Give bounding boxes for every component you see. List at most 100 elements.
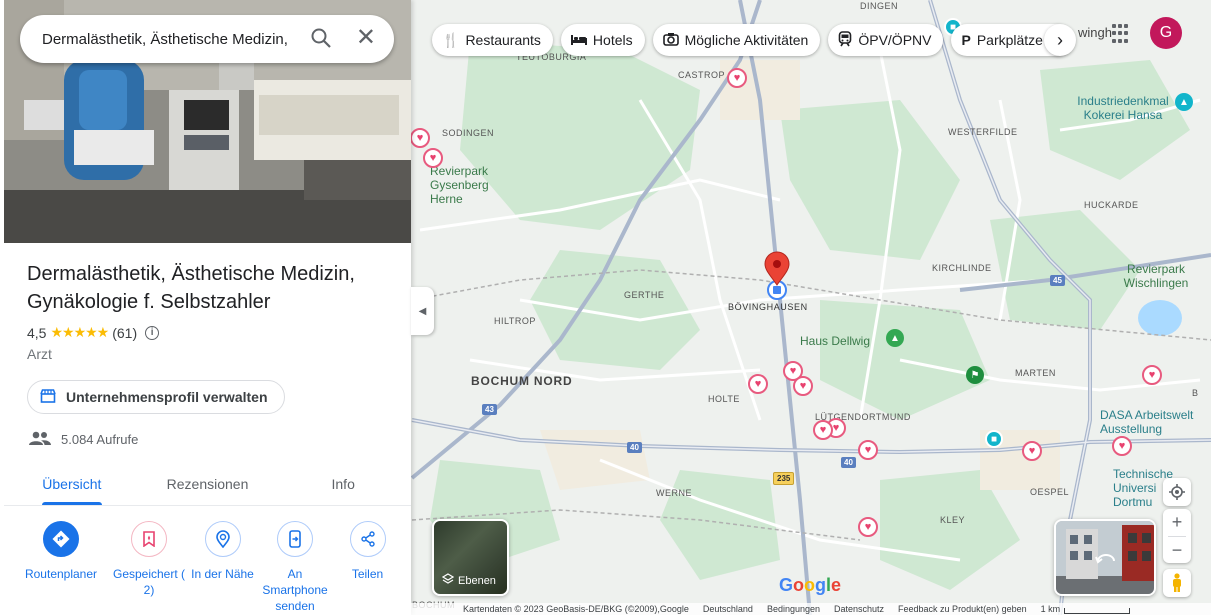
nearby-button[interactable]: In der Nähe (186, 521, 259, 614)
info-icon[interactable]: i (145, 325, 160, 340)
flag-icon[interactable]: ⚑ (966, 366, 984, 384)
transit-stop-icon[interactable]: ■ (985, 430, 1003, 448)
share-button[interactable]: Teilen (331, 521, 404, 614)
bed-icon (570, 32, 587, 48)
label-werne: WERNE (656, 488, 692, 498)
train-icon (838, 30, 852, 50)
map-footer: Kartendaten © 2023 GeoBasis-DE/BKG (©200… (411, 603, 1211, 615)
collapse-panel-button[interactable]: ◀ (411, 287, 434, 335)
google-logo: Google (779, 575, 842, 595)
category-chips: 🍴 Restaurants Hotels Mögliche Aktivitäten… (432, 24, 1073, 56)
saved-button[interactable]: Gespeichert ( 2) (112, 521, 186, 614)
label-castrop: CASTROP (678, 70, 726, 80)
place-category[interactable]: Arzt (27, 346, 52, 362)
manage-profile-button[interactable]: Unternehmensprofil verwalten (27, 380, 285, 414)
label-dingen: DINGEN (860, 1, 899, 11)
apps-grid-icon[interactable] (1112, 24, 1132, 44)
lake (1138, 300, 1182, 336)
shield-b235: 235 (773, 472, 795, 485)
label-holte: HOLTE (708, 394, 740, 404)
street-view-thumbnail[interactable] (1054, 519, 1156, 596)
views-count: 5.084 Aufrufe (29, 431, 138, 448)
label-gerthe: GERTHE (624, 290, 665, 300)
chip-restaurants[interactable]: 🍴 Restaurants (432, 24, 553, 56)
chips-next-button[interactable]: › (1044, 24, 1076, 56)
shield-a45: 45 (1050, 275, 1065, 286)
heart-poi-icon[interactable]: ♥ (793, 376, 813, 396)
street-view-image (1056, 521, 1154, 594)
layers-button[interactable]: Ebenen (432, 519, 509, 596)
heart-poi-icon[interactable]: ♥ (727, 68, 747, 88)
label-haus-dellwig[interactable]: Haus Dellwig (800, 334, 870, 348)
label-boevinghausen: BÖVINGHAUSEN (728, 302, 808, 312)
heart-poi-icon[interactable]: ♥ (813, 420, 833, 440)
attraction-icon[interactable]: ▲ (886, 329, 904, 347)
label-westerfilde: WESTERFILDE (948, 127, 1018, 137)
chip-transit[interactable]: ÖPV/ÖPNV (828, 24, 944, 56)
nearby-icon (204, 521, 241, 557)
museum-icon[interactable]: ▲ (1175, 93, 1193, 111)
heart-poi-icon[interactable]: ♥ (748, 374, 768, 394)
terms-link[interactable]: Bedingungen (767, 604, 820, 614)
feedback-link[interactable]: Feedback zu Produkt(en) geben (898, 604, 1027, 614)
heart-poi-icon[interactable]: ♥ (1142, 365, 1162, 385)
zoom-controls: + − (1163, 509, 1191, 563)
label-revierpark-wischlingen[interactable]: Revierpark Wischlingen (1106, 262, 1206, 290)
shield-a40: 40 (627, 442, 642, 453)
search-box[interactable]: ✕ (20, 15, 394, 63)
label-kirchlinde: KIRCHLINDE (932, 263, 992, 273)
zoom-in-button[interactable]: + (1172, 509, 1183, 536)
tab-info[interactable]: Info (275, 462, 411, 505)
label-bochum-nord: BOCHUM NORD (471, 374, 573, 388)
country-link[interactable]: Deutschland (703, 604, 753, 614)
pegman-icon (1173, 573, 1181, 592)
label-sodingen: SODINGEN (442, 128, 495, 138)
heart-poi-icon[interactable]: ♥ (423, 148, 443, 168)
label-twinghe: wingh (1078, 25, 1112, 40)
camera-icon (662, 32, 679, 49)
heart-poi-icon[interactable]: ♥ (858, 517, 878, 537)
copyright-text: Kartendaten © 2023 GeoBasis-DE/BKG (©200… (463, 604, 689, 614)
bookmark-icon (131, 521, 167, 557)
label-oespel: OESPEL (1030, 487, 1070, 497)
place-title: Dermalästhetik, Ästhetische Medizin, Gyn… (27, 263, 355, 313)
chip-activities[interactable]: Mögliche Aktivitäten (652, 24, 821, 56)
account-avatar[interactable]: G (1150, 17, 1182, 49)
label-hiltrop: HILTROP (494, 316, 536, 326)
label-huckarde: HUCKARDE (1084, 200, 1139, 210)
directions-icon (43, 521, 79, 557)
scale-bar[interactable]: 1 km (1041, 604, 1131, 614)
parking-icon: P (961, 32, 971, 48)
pegman-button[interactable] (1163, 569, 1191, 597)
close-icon[interactable]: ✕ (356, 26, 376, 50)
label-industriedenkmal[interactable]: Industriedenkmal Kokerei Hansa (1064, 94, 1182, 122)
heart-poi-icon[interactable]: ♥ (410, 128, 430, 148)
place-tabs: Übersicht Rezensionen Info (4, 462, 411, 506)
label-dasa[interactable]: DASA Arbeitswelt Ausstellung (1100, 408, 1211, 436)
rating-stars: ★★★★★ (50, 324, 109, 340)
my-location-button[interactable] (1163, 478, 1191, 506)
review-count[interactable]: (61) (112, 325, 137, 341)
label-marten: MARTEN (1015, 368, 1056, 378)
rating-row[interactable]: 4,5 ★★★★★ (61) i (27, 324, 160, 341)
zoom-out-button[interactable]: − (1172, 537, 1183, 563)
privacy-link[interactable]: Datenschutz (834, 604, 884, 614)
shield-a43: 43 (482, 404, 497, 415)
heart-poi-icon[interactable]: ♥ (858, 440, 878, 460)
search-input[interactable] (42, 30, 292, 48)
layers-icon (441, 573, 455, 588)
label-kley: KLEY (940, 515, 966, 525)
app: DINGEN TEUTOBURGIA CASTROP SODINGEN WEST… (0, 0, 1211, 615)
heart-poi-icon[interactable]: ♥ (1112, 436, 1132, 456)
chip-hotels[interactable]: Hotels (560, 24, 645, 56)
phone-send-icon (277, 521, 313, 557)
heart-poi-icon[interactable]: ♥ (1022, 441, 1042, 461)
storefront-icon (40, 388, 56, 406)
rating-value: 4,5 (27, 324, 47, 341)
tab-overview[interactable]: Übersicht (4, 462, 140, 505)
tab-reviews[interactable]: Rezensionen (140, 462, 276, 505)
label-revierpark-gysenberg[interactable]: Revierpark Gysenberg Herne (430, 164, 510, 206)
selected-place-pin[interactable] (764, 251, 790, 300)
search-icon[interactable] (310, 27, 332, 54)
send-to-phone-button[interactable]: An Smartphone senden (259, 521, 331, 614)
